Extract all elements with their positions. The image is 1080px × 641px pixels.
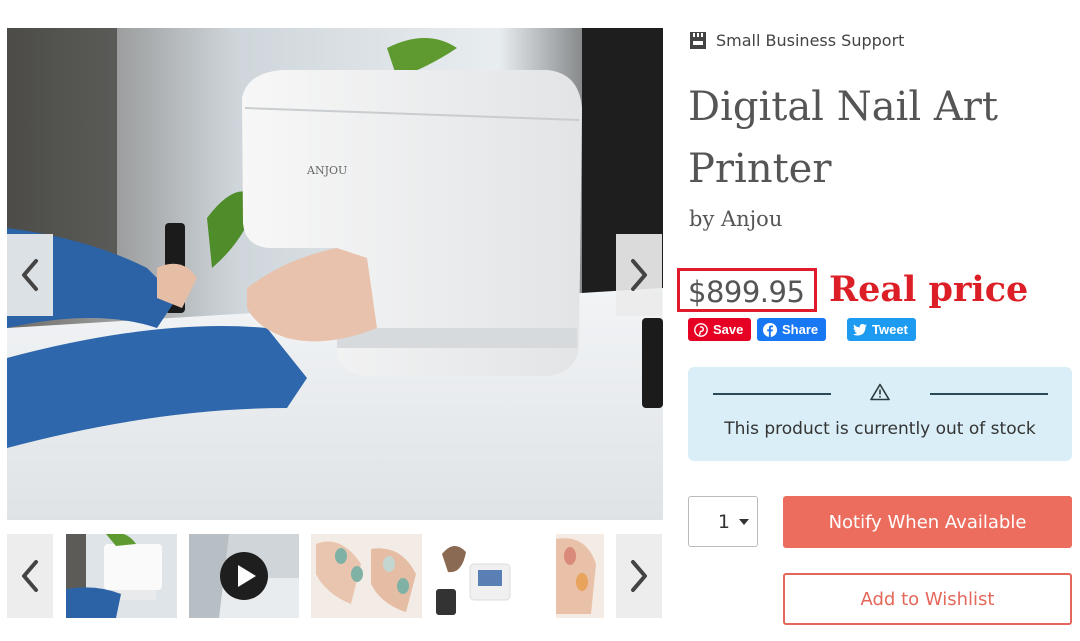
thumbnails-next-button[interactable] <box>616 534 662 618</box>
small-business-label: Small Business Support <box>716 31 905 50</box>
notify-when-available-button[interactable]: Notify When Available <box>783 496 1072 548</box>
warning-icon <box>870 383 890 406</box>
caret-down-icon <box>739 518 749 525</box>
facebook-icon <box>763 322 777 337</box>
facebook-label: Share <box>782 322 819 337</box>
divider-right <box>930 393 1048 395</box>
small-business-badge: Small Business Support <box>689 31 904 50</box>
main-product-image: ANJOU <box>7 28 663 520</box>
product-vendor: by Anjou <box>689 207 783 231</box>
product-price: $899.95 <box>688 275 805 309</box>
twitter-tweet-button[interactable]: Tweet <box>847 318 916 341</box>
device-brand-label: ANJOU <box>306 164 347 177</box>
thumbnail-3[interactable] <box>311 534 422 618</box>
thumbnails-prev-button[interactable] <box>7 534 53 618</box>
thumbnail-2-video[interactable] <box>189 534 299 618</box>
twitter-label: Tweet <box>872 322 908 337</box>
thumbnail-5[interactable] <box>556 534 604 618</box>
chevron-left-icon <box>22 560 38 592</box>
thumbnail-4[interactable] <box>434 534 518 618</box>
pinterest-icon <box>694 322 708 337</box>
pinterest-label: Save <box>713 322 744 337</box>
out-of-stock-notice: This product is currently out of stock <box>688 367 1072 461</box>
add-to-wishlist-button[interactable]: Add to Wishlist <box>783 573 1072 625</box>
quantity-value: 1 <box>717 510 730 533</box>
chevron-right-icon <box>631 259 647 291</box>
divider-left <box>713 393 831 395</box>
stock-message: This product is currently out of stock <box>724 419 1036 439</box>
product-title: Digital Nail Art Printer <box>688 84 998 192</box>
chevron-right-icon <box>631 560 647 592</box>
thumbnail-1[interactable] <box>66 534 177 618</box>
twitter-icon <box>853 323 867 336</box>
chevron-left-icon <box>22 259 38 291</box>
main-image-next-button[interactable] <box>616 234 662 316</box>
quantity-select[interactable]: 1 <box>688 496 758 547</box>
pinterest-save-button[interactable]: Save <box>688 318 752 341</box>
main-image-prev-button[interactable] <box>7 234 53 316</box>
thumbnail-strip <box>7 534 663 618</box>
price-annotation: Real price <box>829 269 1029 310</box>
facebook-share-button[interactable]: Share <box>757 318 827 341</box>
storefront-icon <box>689 31 707 50</box>
